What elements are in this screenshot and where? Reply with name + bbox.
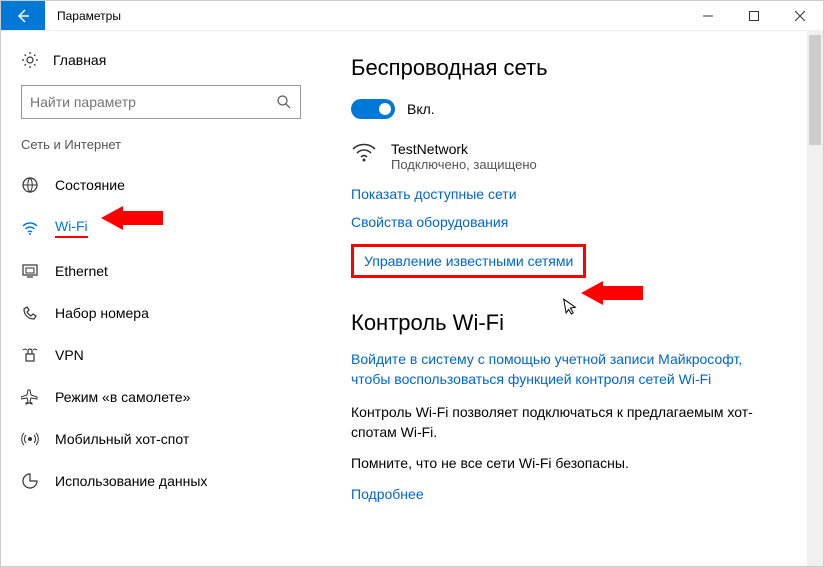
content-panel: Беспроводная сеть Вкл. TestNetwork Подкл… <box>321 31 823 566</box>
sidebar-item-label: Набор номера <box>55 305 149 321</box>
close-button[interactable] <box>777 1 823 30</box>
sidebar-item-airplane[interactable]: Режим «в самолете» <box>1 376 321 418</box>
link-sign-in-microsoft[interactable]: Войдите в систему с помощью учетной запи… <box>351 350 771 389</box>
link-manage-known-networks[interactable]: Управление известными сетями <box>351 244 586 278</box>
dialup-icon <box>21 304 39 322</box>
sidebar-item-label: Мобильный хот-спот <box>55 431 189 447</box>
back-button[interactable] <box>1 1 45 30</box>
datausage-icon <box>21 472 39 490</box>
search-icon <box>276 94 292 110</box>
sidebar-item-label: Ethernet <box>55 263 108 279</box>
sidebar-item-datausage[interactable]: Использование данных <box>1 460 321 502</box>
sidebar-item-label: Использование данных <box>55 473 207 489</box>
vpn-icon <box>21 346 39 364</box>
wifi-signal-icon <box>351 141 377 163</box>
hotspot-icon <box>21 430 39 448</box>
search-box[interactable] <box>21 85 301 119</box>
search-input[interactable] <box>30 94 276 110</box>
page-heading: Беспроводная сеть <box>351 55 793 81</box>
sidebar-item-vpn[interactable]: VPN <box>1 334 321 376</box>
sidebar-item-ethernet[interactable]: Ethernet <box>1 250 321 292</box>
sidebar-item-label: Режим «в самолете» <box>55 389 190 405</box>
network-name: TestNetwork <box>391 141 537 157</box>
sidebar-item-dialup[interactable]: Набор номера <box>1 292 321 334</box>
sidebar-item-label: VPN <box>55 347 84 363</box>
scrollbar-thumb[interactable] <box>809 35 821 145</box>
section-label: Сеть и Интернет <box>1 137 321 164</box>
home-link[interactable]: Главная <box>1 51 321 85</box>
home-label: Главная <box>53 52 106 68</box>
current-network[interactable]: TestNetwork Подключено, защищено <box>351 141 793 172</box>
gear-icon <box>21 51 39 69</box>
link-hardware-properties[interactable]: Свойства оборудования <box>351 214 508 230</box>
network-status: Подключено, защищено <box>391 157 537 172</box>
sidebar-item-label: Wi-Fi <box>55 218 88 238</box>
link-learn-more[interactable]: Подробнее <box>351 486 424 502</box>
minimize-button[interactable] <box>685 1 731 30</box>
wifi-icon <box>21 219 39 237</box>
wifi-safety-note: Помните, что не все сети Wi-Fi безопасны… <box>351 454 771 474</box>
wifi-control-heading: Контроль Wi-Fi <box>351 310 793 336</box>
sidebar-item-wifi[interactable]: Wi-Fi <box>1 206 321 250</box>
sidebar-item-hotspot[interactable]: Мобильный хот-спот <box>1 418 321 460</box>
maximize-button[interactable] <box>731 1 777 30</box>
link-show-available[interactable]: Показать доступные сети <box>351 186 517 202</box>
toggle-label: Вкл. <box>407 101 435 117</box>
wifi-control-description: Контроль Wi-Fi позволяет подключаться к … <box>351 403 771 442</box>
sidebar: Главная Сеть и Интернет Состояние Wi-Fi <box>1 31 321 566</box>
scrollbar[interactable] <box>807 31 823 566</box>
status-icon <box>21 176 39 194</box>
airplane-icon <box>21 388 39 406</box>
ethernet-icon <box>21 262 39 280</box>
window-title: Параметры <box>45 1 685 30</box>
sidebar-item-status[interactable]: Состояние <box>1 164 321 206</box>
sidebar-item-label: Состояние <box>55 177 125 193</box>
wifi-toggle[interactable] <box>351 99 395 119</box>
